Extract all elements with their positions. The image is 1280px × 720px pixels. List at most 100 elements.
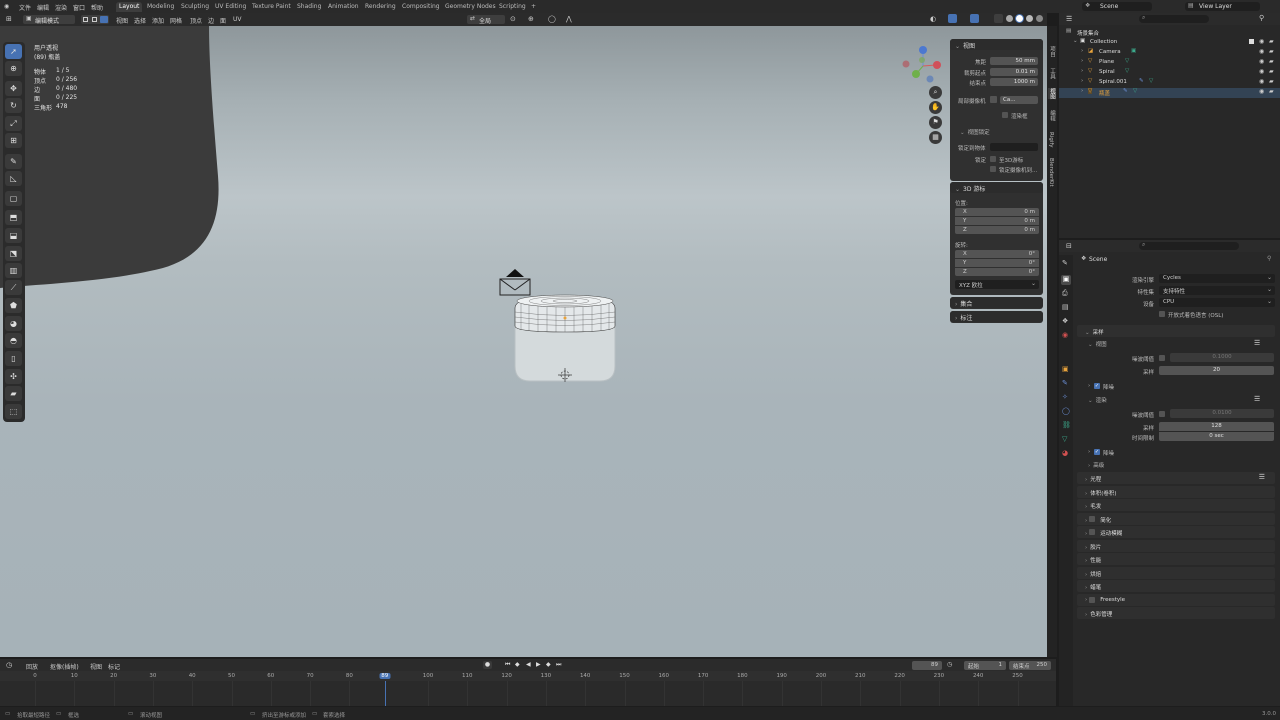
vp-samples-field[interactable]: 20 — [1159, 366, 1274, 375]
camera-icon[interactable]: ▰ — [1269, 88, 1274, 95]
add-workspace-button[interactable]: + — [528, 2, 539, 12]
outliner-bottle-cap[interactable]: › ▽ 瓶盖 ✎ ▽ ◉ ▰ — [1059, 88, 1280, 98]
cursor-rot-z-field[interactable]: Z 0° — [955, 268, 1039, 276]
menu-window[interactable]: 窗口 — [73, 3, 85, 12]
outliner-editor-icon[interactable]: ☰ — [1066, 15, 1072, 23]
render-region-checkbox[interactable] — [1002, 112, 1008, 118]
poly-build-tool-icon[interactable]: ⬟ — [5, 298, 22, 313]
camera-icon[interactable]: ▰ — [1269, 78, 1274, 85]
camera-icon[interactable]: ▰ — [1269, 58, 1274, 65]
vp-menu-uv[interactable]: UV — [233, 16, 242, 23]
vp-menu-select[interactable]: 选择 — [134, 16, 146, 25]
tab-uv-editing[interactable]: UV Editing — [212, 2, 249, 12]
edge-select-icon[interactable] — [92, 17, 97, 22]
transform-orientation[interactable]: ⇄ 全局 — [467, 15, 505, 25]
properties-editor-icon[interactable]: ⊟ — [1066, 242, 1072, 250]
eye-icon[interactable]: ◉ — [1259, 58, 1264, 65]
exclude-checkbox[interactable] — [1249, 39, 1254, 44]
section-light-paths[interactable]: › 光程 ☰ — [1077, 472, 1275, 484]
time-limit-field[interactable]: 0 sec — [1159, 432, 1274, 441]
section-color-management[interactable]: › 色彩管理 — [1077, 607, 1275, 619]
blender-logo-icon[interactable]: ◉ — [4, 3, 9, 10]
camera-icon[interactable]: ▰ — [1269, 48, 1274, 55]
outliner-scene-collection[interactable]: ▤ 场景集合 — [1059, 28, 1280, 38]
material-shading-icon[interactable] — [1026, 15, 1033, 22]
tab-sculpting[interactable]: Sculpting — [178, 2, 212, 12]
pin-icon[interactable]: ⚲ — [1267, 255, 1271, 262]
menu-edit[interactable]: 编辑 — [37, 3, 49, 12]
outliner-spiral[interactable]: › ▽ Spiral ▽ ◉ ▰ — [1059, 68, 1280, 78]
camera-icon[interactable]: ▰ — [1269, 38, 1274, 45]
r-samples-field[interactable]: 128 — [1159, 422, 1274, 431]
tab-scripting[interactable]: Scripting — [496, 2, 529, 12]
tab-layout[interactable]: Layout — [116, 2, 143, 12]
vp-noise-field[interactable]: 0.1000 — [1170, 353, 1274, 362]
motion-blur-checkbox[interactable] — [1089, 529, 1095, 535]
tab-view[interactable]: 视图 — [1048, 88, 1056, 99]
menu-file[interactable]: 文件 — [19, 3, 31, 12]
tab-rigify[interactable]: Rigify — [1048, 132, 1054, 147]
r-noise-checkbox[interactable] — [1159, 411, 1165, 417]
local-camera-checkbox[interactable] — [990, 96, 997, 103]
particles-tab-icon[interactable]: ✧ — [1062, 393, 1068, 401]
current-frame-field[interactable]: 89 — [912, 661, 942, 670]
clip-end-field[interactable]: 1000 m — [990, 78, 1038, 86]
view-layer-selector[interactable]: ▤ View Layer — [1185, 2, 1260, 11]
tool-tab-icon[interactable]: ✎ — [1062, 259, 1068, 267]
world-tab-icon[interactable]: ◉ — [1062, 331, 1068, 339]
properties-search-input[interactable]: ⌕ — [1139, 241, 1239, 250]
annotate-tool-icon[interactable]: ✎ — [5, 154, 22, 169]
outliner-search-input[interactable]: ⌕ — [1139, 14, 1209, 23]
outliner-camera[interactable]: › ◪ Camera ▣ ◉ ▰ — [1059, 48, 1280, 58]
tab-shading[interactable]: Shading — [294, 2, 324, 12]
lock-camera-checkbox[interactable] — [990, 166, 996, 172]
advanced-subsection[interactable]: › 高级 — [1088, 461, 1104, 469]
rendered-shading-icon[interactable] — [1036, 15, 1043, 22]
marker-menu[interactable]: 标记 — [108, 662, 120, 671]
modifier-tab-icon[interactable]: ✎ — [1062, 379, 1068, 387]
npanel-collection[interactable]: › 集合 — [950, 297, 1043, 309]
tab-modeling[interactable]: Modeling — [144, 2, 177, 12]
view-lock-header[interactable]: ⌄ 视图锁定 — [960, 128, 990, 136]
pan-hand-icon[interactable]: ✋ — [929, 101, 942, 114]
outliner-collection[interactable]: ⌄ ▣ Collection ◉ ▰ — [1059, 38, 1280, 48]
view-layer-tab-icon[interactable]: ▤ — [1062, 303, 1069, 311]
visibility-icon[interactable]: ◐ — [930, 15, 936, 23]
timeline[interactable]: 0 10 20 30 40 50 60 70 80 89 100 110 120 130 140 150 160… — [0, 671, 1056, 706]
render-engine-dropdown[interactable]: Cycles ⌄ — [1159, 274, 1275, 283]
measure-tool-icon[interactable]: ◺ — [5, 171, 22, 186]
current-frame-marker[interactable]: 89 — [379, 673, 391, 679]
eye-icon[interactable]: ◉ — [1259, 38, 1264, 45]
vertex-select-icon[interactable] — [83, 17, 88, 22]
feature-set-dropdown[interactable]: 支持特性 ⌄ — [1159, 286, 1275, 295]
face-select-icon[interactable] — [100, 16, 108, 23]
camera-icon[interactable]: ▰ — [1269, 68, 1274, 75]
select-box-tool-icon[interactable]: ➚ — [5, 44, 22, 59]
spin-tool-icon[interactable]: ◕ — [5, 316, 22, 331]
vp-denoise-checkbox[interactable]: ✓ — [1094, 383, 1100, 389]
clip-start-field[interactable]: 0.01 m — [990, 68, 1038, 76]
freestyle-checkbox[interactable] — [1089, 597, 1095, 603]
vp-menu-mesh[interactable]: 网格 — [170, 16, 182, 25]
vp-noise-checkbox[interactable] — [1159, 355, 1165, 361]
device-dropdown[interactable]: CPU ⌄ — [1159, 298, 1275, 307]
simplify-checkbox[interactable] — [1089, 516, 1095, 522]
vp-menu-vertex[interactable]: 顶点 — [190, 16, 202, 25]
overlay-toggle-icon[interactable] — [970, 14, 979, 23]
physics-tab-icon[interactable]: ◯ — [1062, 407, 1070, 415]
extrude-tool-icon[interactable]: ⬒ — [5, 210, 22, 225]
xray-toggle-icon[interactable] — [994, 14, 1003, 23]
npanel-annotation-header[interactable]: › 标注 — [950, 311, 1043, 322]
tab-compositing[interactable]: Compositing — [399, 2, 443, 12]
render-subsection[interactable]: ⌄ 渲染 — [1088, 396, 1107, 404]
viewport-subsection[interactable]: ⌄ 视图 — [1088, 340, 1107, 348]
vp-denoise-expand[interactable]: › — [1088, 383, 1090, 389]
tab-item[interactable]: 项目 — [1048, 46, 1056, 57]
npanel-collection-header[interactable]: › 集合 — [950, 297, 1043, 308]
zoom-icon[interactable]: ⌕ — [929, 86, 942, 99]
section-film[interactable]: › 胶片 — [1077, 540, 1275, 552]
snap-icon[interactable]: ⊕ — [528, 15, 534, 23]
npanel-view-header[interactable]: ⌄ 视图 — [950, 39, 1043, 50]
eye-icon[interactable]: ◉ — [1259, 48, 1264, 55]
scale-tool-icon[interactable]: ⤢ — [5, 116, 22, 131]
